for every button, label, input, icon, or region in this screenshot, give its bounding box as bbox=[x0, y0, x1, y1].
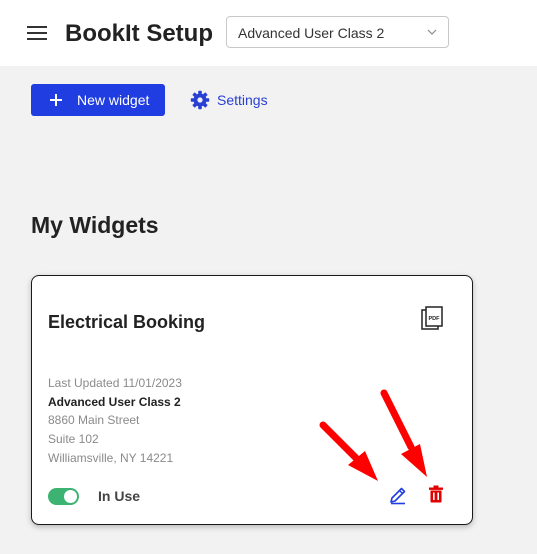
hamburger-menu-icon[interactable] bbox=[27, 24, 47, 42]
toggle-knob bbox=[64, 490, 77, 503]
new-widget-button[interactable]: New widget bbox=[31, 84, 165, 116]
settings-label: Settings bbox=[217, 92, 268, 108]
user-class-select-value: Advanced User Class 2 bbox=[238, 25, 385, 41]
section-title: My Widgets bbox=[31, 212, 159, 238]
pdf-icon[interactable]: PDF bbox=[421, 306, 443, 330]
address-line-2: Suite 102 bbox=[48, 432, 99, 446]
top-bar: BookIt Setup Advanced User Class 2 bbox=[0, 0, 537, 66]
svg-text:PDF: PDF bbox=[429, 316, 441, 322]
user-class-select[interactable]: Advanced User Class 2 bbox=[226, 16, 449, 48]
new-widget-label: New widget bbox=[77, 92, 150, 108]
class-name-text: Advanced User Class 2 bbox=[48, 395, 181, 409]
gear-icon bbox=[190, 90, 210, 110]
address-line-1: 8860 Main Street bbox=[48, 413, 140, 427]
widget-title: Electrical Booking bbox=[48, 312, 206, 332]
last-updated-text: Last Updated 11/01/2023 bbox=[48, 376, 182, 390]
app-title: BookIt Setup bbox=[65, 20, 213, 47]
edit-icon[interactable] bbox=[388, 485, 408, 505]
address-line-3: Williamsville, NY 14221 bbox=[48, 451, 174, 465]
widget-card: Electrical Booking PDF Last Updated 11/0… bbox=[31, 275, 473, 525]
plus-icon bbox=[50, 94, 62, 106]
in-use-toggle[interactable] bbox=[48, 488, 79, 505]
in-use-label: In Use bbox=[98, 488, 141, 504]
chevron-down-icon bbox=[427, 29, 437, 35]
delete-icon[interactable] bbox=[428, 485, 444, 503]
